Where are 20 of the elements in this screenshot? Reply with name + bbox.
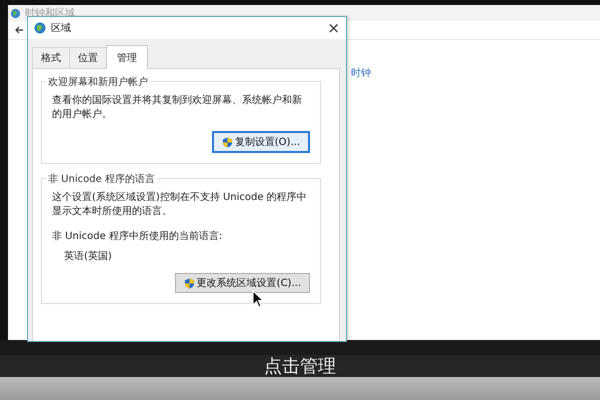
video-caption: 点击管理 <box>264 355 336 378</box>
group-legend: 欢迎屏幕和新用户帐户 <box>46 75 150 89</box>
tab[interactable]: 格式 <box>32 47 70 68</box>
description-text: 这个设置(系统区域设置)控制在不支持 Unicode 的程序中显示文本时所使用的语言。 <box>52 191 308 218</box>
dialog-title: 区域 <box>51 22 71 35</box>
clock-link[interactable]: 时钟 <box>351 66 371 80</box>
shield-icon <box>222 136 233 148</box>
settings-button[interactable]: 更改系统区域设置(C)... <box>174 273 310 293</box>
settings-button[interactable]: 复制设置(O)... <box>212 131 310 153</box>
back-arrow-icon[interactable] <box>14 25 24 35</box>
tab[interactable]: 管理 <box>106 45 148 69</box>
field-label: 非 Unicode 程序中所使用的当前语言: <box>52 230 224 244</box>
close-button[interactable]: × <box>327 20 340 36</box>
globe-icon <box>34 22 46 34</box>
mouse-cursor-icon <box>252 290 264 308</box>
shield-icon <box>184 278 195 288</box>
globe-icon <box>10 8 21 18</box>
group-legend: 非 Unicode 程序的语言 <box>46 172 157 186</box>
current-language-value: 英语(英国) <box>63 250 113 263</box>
description-text: 查看你的国际设置并将其复制到欢迎屏幕、系统帐户和新的用户帐户。 <box>52 94 303 121</box>
